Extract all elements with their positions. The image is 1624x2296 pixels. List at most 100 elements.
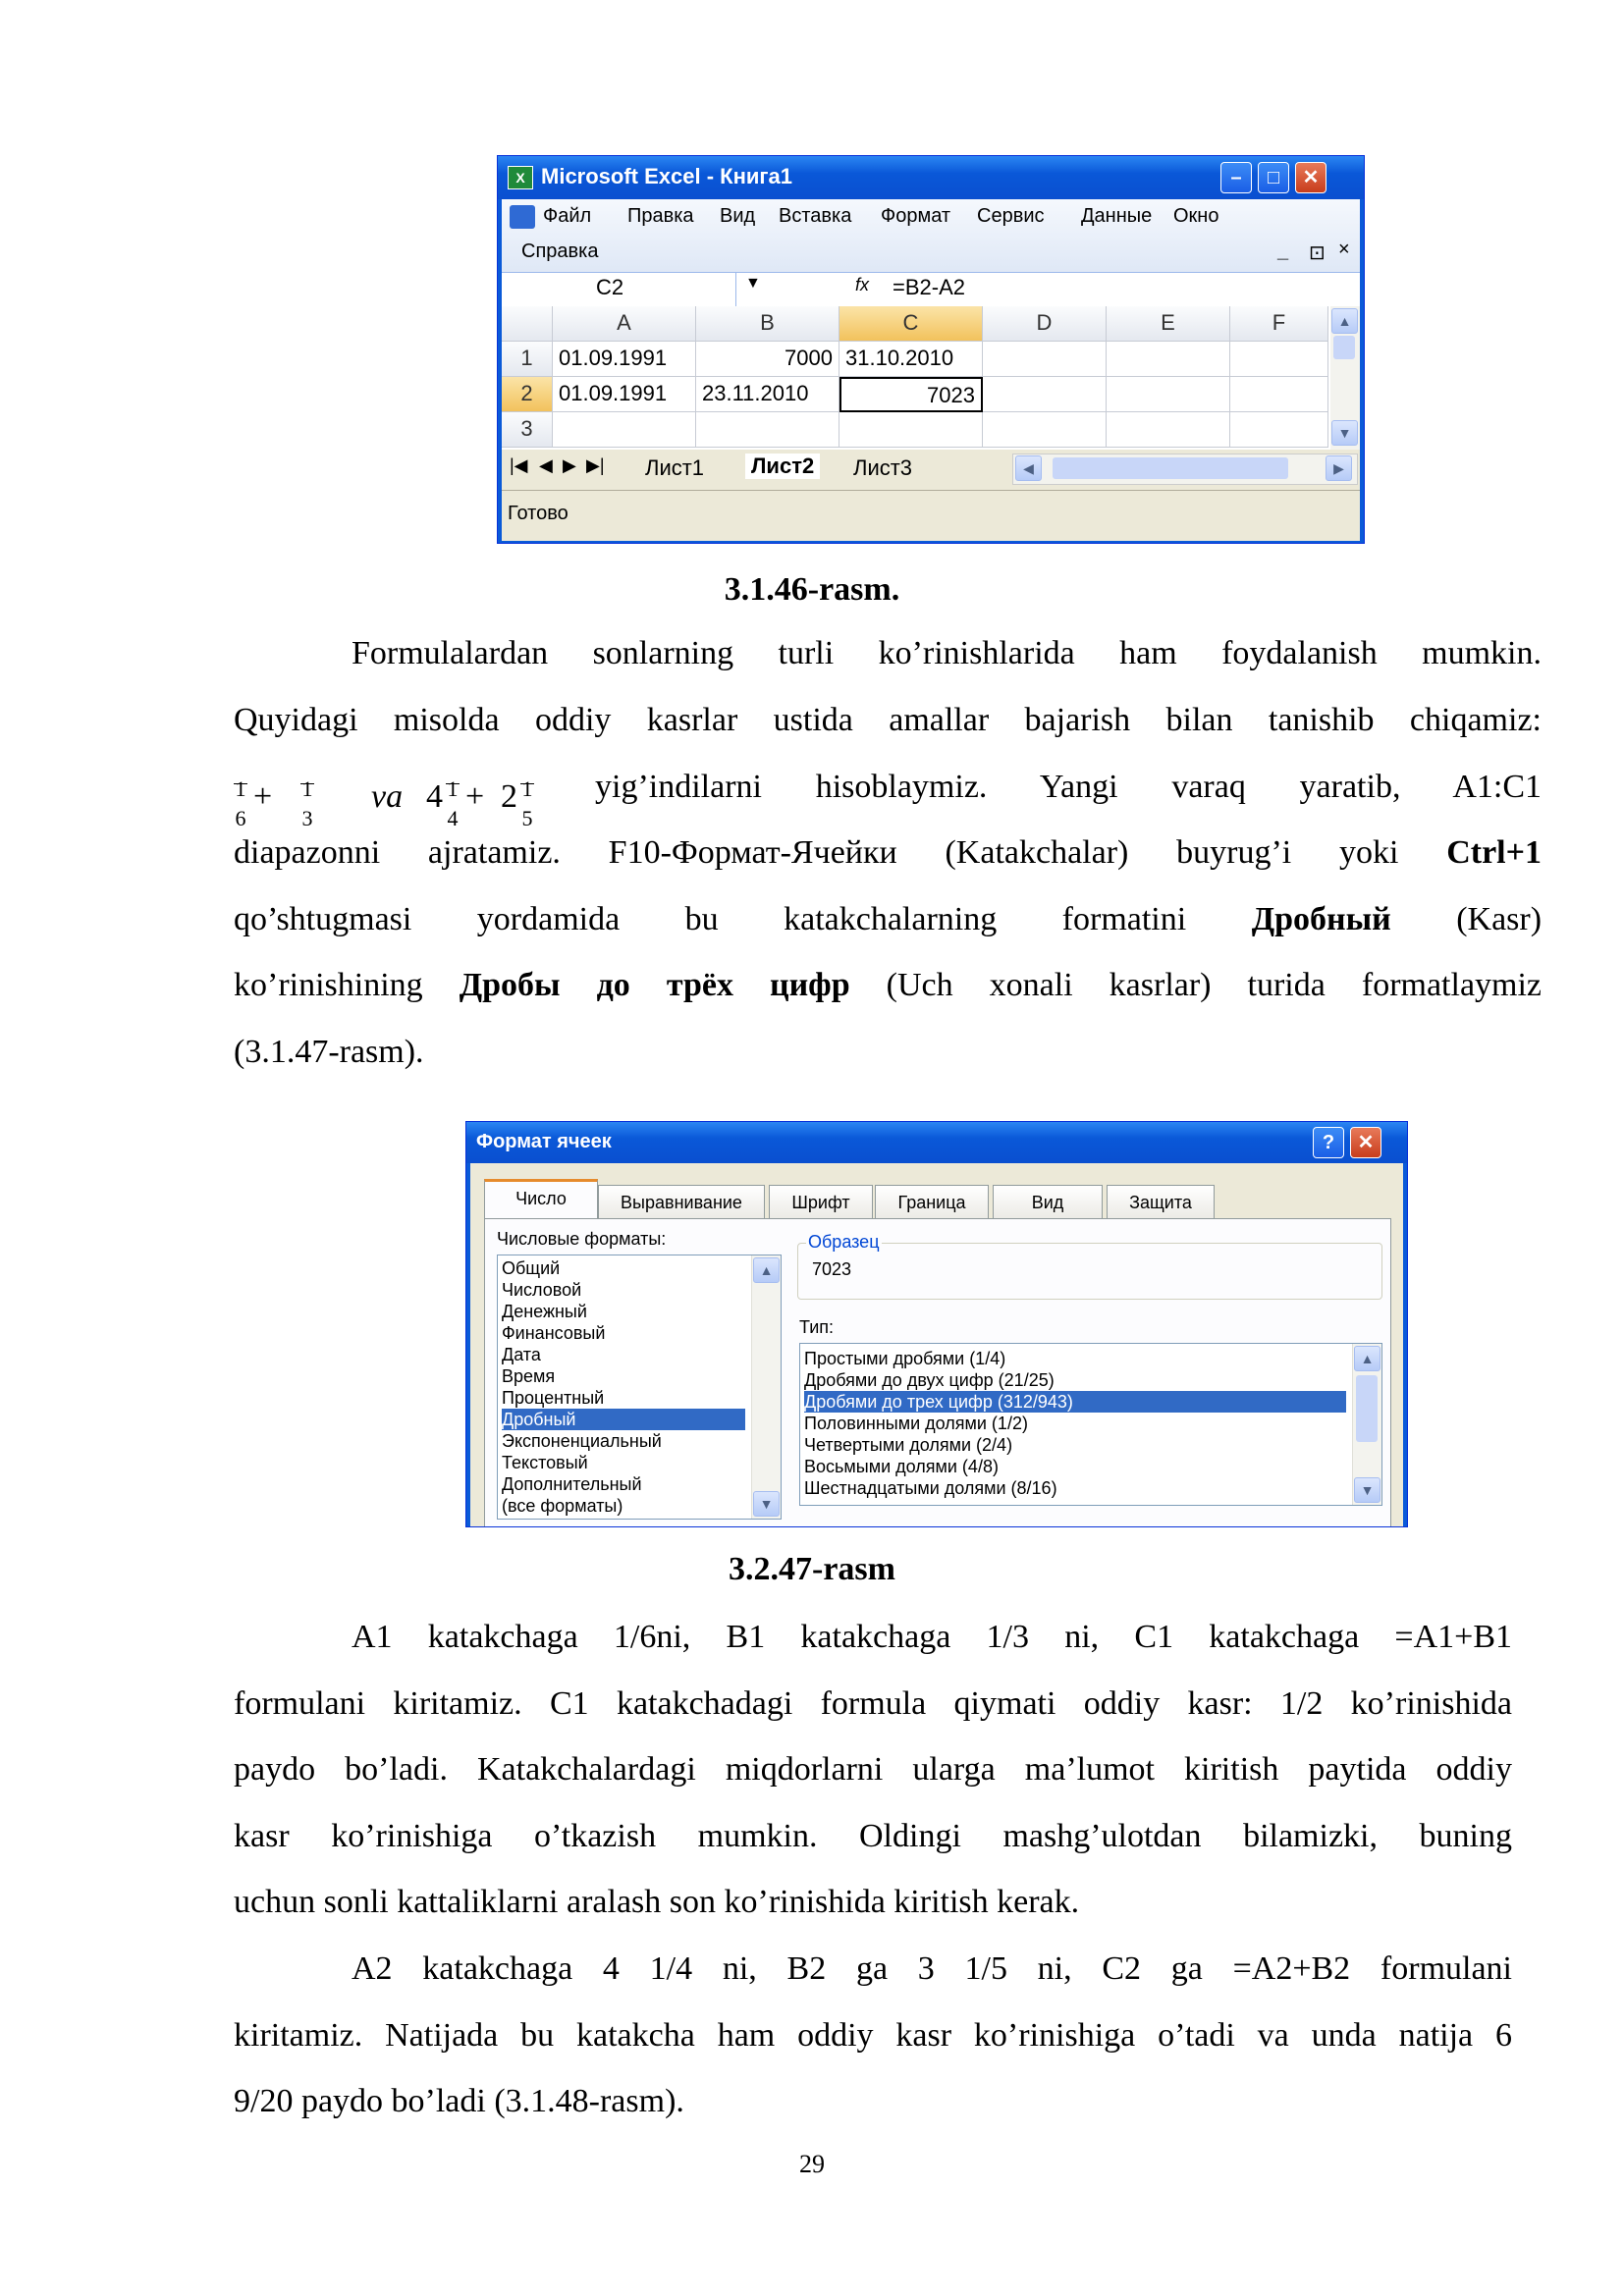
type-item-selected[interactable]: Дробями до трех цифр (312/943) [804, 1391, 1346, 1413]
sheet-tab-3[interactable]: Лист3 [853, 455, 912, 481]
type-scroll-thumb[interactable] [1356, 1375, 1378, 1442]
type-item[interactable]: Простыми дробями (1/4) [804, 1348, 1005, 1369]
cell-b3[interactable] [696, 412, 839, 448]
type-item[interactable]: Половинными долями (1/2) [804, 1413, 1028, 1434]
scroll-left-icon[interactable]: ◀ [1015, 455, 1042, 481]
doc-restore-button[interactable]: ⊡ [1309, 240, 1326, 265]
tab-border[interactable]: Граница [875, 1185, 989, 1218]
tab-alignment[interactable]: Выравнивание [598, 1185, 765, 1218]
cell-a3[interactable] [553, 412, 696, 448]
vertical-scrollbar[interactable]: ▲ ▼ [1330, 306, 1360, 450]
cell-e2[interactable] [1107, 377, 1230, 412]
next-sheet-icon[interactable]: ▶ [563, 455, 576, 476]
format-item[interactable]: Числовой [502, 1279, 581, 1301]
format-item[interactable]: Общий [502, 1257, 560, 1279]
maximize-button[interactable]: □ [1258, 162, 1289, 193]
menu-format[interactable]: Формат [881, 205, 950, 228]
col-header-d[interactable]: D [983, 306, 1107, 342]
cell-d2[interactable] [983, 377, 1107, 412]
scroll-down-icon[interactable]: ▼ [1331, 420, 1358, 446]
type-item[interactable]: Восьмыми долями (4/8) [804, 1456, 999, 1477]
cell-f3[interactable] [1230, 412, 1328, 448]
tab-number[interactable]: Число [484, 1179, 598, 1220]
scroll-up-icon[interactable]: ▲ [1331, 308, 1358, 334]
type-scroll-down-icon[interactable]: ▼ [1354, 1477, 1380, 1503]
cell-c3[interactable] [839, 412, 983, 448]
dialog-close-button[interactable]: ✕ [1350, 1127, 1381, 1158]
format-item[interactable]: Дополнительный [502, 1473, 642, 1495]
type-scroll-up-icon[interactable]: ▲ [1354, 1346, 1380, 1371]
type-item[interactable]: Шестнадцатыми долями (8/16) [804, 1477, 1057, 1499]
cell-b2[interactable]: 23.11.2010 [696, 377, 839, 412]
col-header-b[interactable]: B [696, 306, 839, 342]
minimize-button[interactable]: – [1220, 162, 1252, 193]
tab-font[interactable]: Шрифт [769, 1185, 873, 1218]
cell-f1[interactable] [1230, 342, 1328, 377]
row-header-3[interactable]: 3 [502, 412, 553, 448]
cell-e3[interactable] [1107, 412, 1230, 448]
format-item[interactable]: Экспоненциальный [502, 1430, 662, 1452]
cell-b1[interactable]: 7000 [696, 342, 839, 377]
col-header-a[interactable]: A [553, 306, 696, 342]
col-header-f[interactable]: F [1230, 306, 1328, 342]
cell-d1[interactable] [983, 342, 1107, 377]
formats-scrollbar[interactable]: ▲ ▼ [751, 1255, 781, 1519]
col-header-c[interactable]: C [839, 306, 983, 342]
row-header-2[interactable]: 2 [502, 377, 553, 412]
menu-service[interactable]: Сервис [977, 205, 1045, 228]
excel-title: Microsoft Excel - Книга1 [541, 164, 793, 188]
cell-a1[interactable]: 01.09.1991 [553, 342, 696, 377]
type-item[interactable]: Дробями до двух цифр (21/25) [804, 1369, 1055, 1391]
menu-data[interactable]: Данные [1081, 205, 1152, 228]
menu-edit[interactable]: Правка [627, 205, 694, 228]
format-item[interactable]: Денежный [502, 1301, 587, 1322]
first-sheet-icon[interactable]: |◀ [510, 455, 528, 476]
menu-view[interactable]: Вид [720, 205, 755, 228]
formats-listbox[interactable]: Общий Числовой Денежный Финансовый Дата … [497, 1255, 782, 1520]
fx-icon[interactable]: fx [855, 275, 869, 295]
menu-window[interactable]: Окно [1173, 205, 1218, 228]
format-item-selected[interactable]: Дробный [502, 1409, 745, 1430]
last-sheet-icon[interactable]: ▶| [586, 455, 605, 476]
type-listbox[interactable]: Простыми дробями (1/4) Дробями до двух ц… [799, 1343, 1382, 1506]
format-item[interactable]: Дата [502, 1344, 541, 1365]
col-header-e[interactable]: E [1107, 306, 1230, 342]
doc-close-button[interactable]: × [1338, 239, 1350, 261]
name-box-dropdown-icon[interactable]: ▼ [745, 275, 761, 293]
menu-file[interactable]: Файл [543, 205, 591, 228]
help-button[interactable]: ? [1313, 1127, 1344, 1158]
type-item[interactable]: Четвертыми долями (2/4) [804, 1434, 1012, 1456]
format-item[interactable]: (все форматы) [502, 1495, 623, 1517]
sheet-tab-1[interactable]: Лист1 [645, 455, 704, 481]
formula-input[interactable]: =B2-A2 [893, 275, 965, 300]
horizontal-scrollbar[interactable]: ◀ ▶ [1012, 454, 1358, 485]
corner-header[interactable] [502, 306, 553, 342]
scroll-thumb[interactable] [1333, 336, 1355, 359]
close-button[interactable]: ✕ [1295, 162, 1326, 193]
tab-view[interactable]: Вид [993, 1185, 1103, 1218]
cell-a2[interactable]: 01.09.1991 [553, 377, 696, 412]
format-item[interactable]: Время [502, 1365, 555, 1387]
tab-protection[interactable]: Защита [1107, 1185, 1215, 1218]
row-header-1[interactable]: 1 [502, 342, 553, 377]
sheet-tab-2-active[interactable]: Лист2 [745, 454, 821, 479]
type-scrollbar[interactable]: ▲ ▼ [1352, 1344, 1381, 1505]
menu-insert[interactable]: Вставка [779, 205, 851, 228]
format-item[interactable]: Финансовый [502, 1322, 605, 1344]
cell-c2-selected[interactable]: 7023 [839, 377, 983, 412]
para1-line3: 1 6 + 1 3 va 4 1 4 + 2 1 5 yig’indilarni… [234, 754, 1542, 830]
doc-minimize-button[interactable]: _ [1277, 240, 1288, 263]
formats-scroll-down-icon[interactable]: ▼ [753, 1491, 780, 1517]
cell-c1[interactable]: 31.10.2010 [839, 342, 983, 377]
format-item[interactable]: Процентный [502, 1387, 604, 1409]
menu-help[interactable]: Справка [521, 240, 598, 263]
scroll-right-icon[interactable]: ▶ [1326, 455, 1352, 481]
name-box[interactable]: C2 ▼ [502, 273, 761, 306]
cell-d3[interactable] [983, 412, 1107, 448]
formats-scroll-up-icon[interactable]: ▲ [753, 1257, 780, 1283]
prev-sheet-icon[interactable]: ◀ [539, 455, 553, 476]
cell-f2[interactable] [1230, 377, 1328, 412]
cell-e1[interactable] [1107, 342, 1230, 377]
format-item[interactable]: Текстовый [502, 1452, 588, 1473]
h-scroll-thumb[interactable] [1053, 457, 1288, 479]
